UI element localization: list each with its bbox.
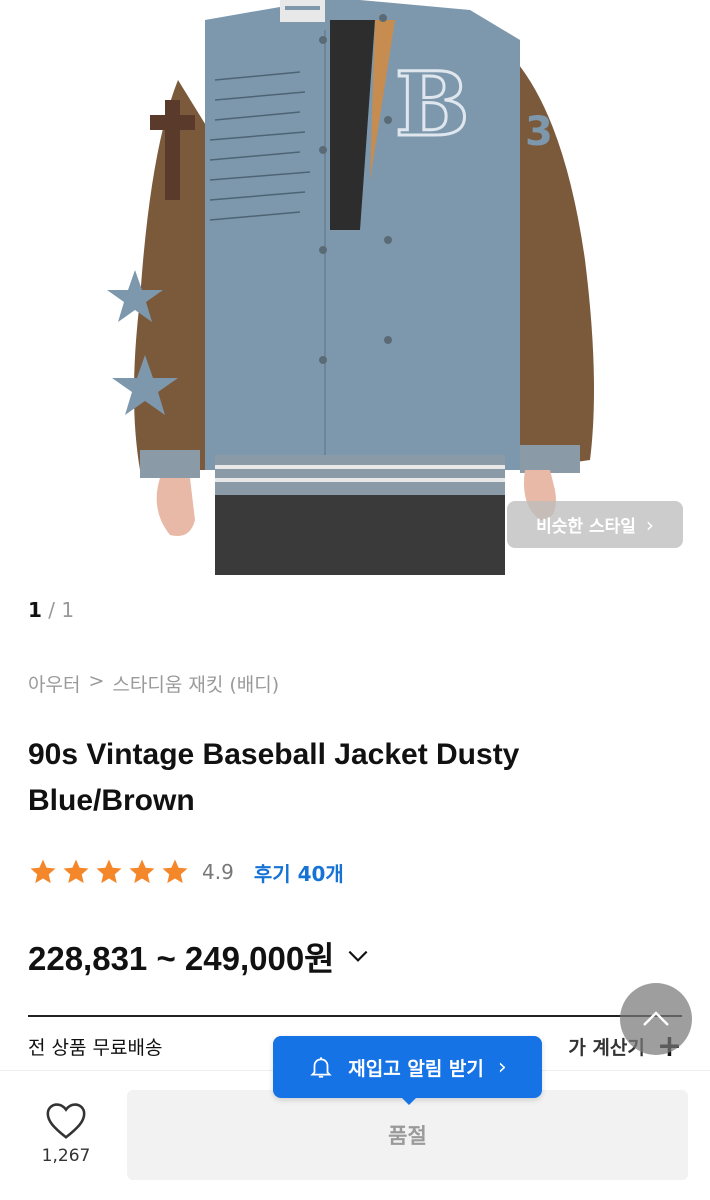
star-icon	[129, 859, 155, 884]
jacket-photo: B 3	[107, 0, 594, 575]
svg-text:B: B	[395, 52, 469, 156]
rating-stars	[28, 857, 190, 887]
product-image[interactable]: B 3 비슷한 스타일 ›	[0, 0, 710, 575]
bell-icon	[310, 1057, 333, 1078]
similar-style-button[interactable]: 비슷한 스타일 ›	[507, 501, 683, 548]
free-shipping-label: 전 상품 무료배송	[28, 1036, 163, 1059]
star-icon	[30, 859, 56, 884]
restock-alert-button[interactable]: 재입고 알림 받기 ›	[273, 1036, 542, 1098]
heart-icon	[46, 1103, 86, 1139]
star-icon	[63, 859, 89, 884]
price-range: 228,831 ~ 249,000원	[28, 940, 335, 977]
restock-tooltip-tail	[400, 1096, 418, 1105]
breadcrumb-subcategory[interactable]: 스타디움 재킷 (배디)	[112, 670, 279, 697]
chevron-down-icon[interactable]	[345, 943, 371, 969]
pager-total: 1	[61, 598, 75, 622]
price-row[interactable]: 228,831 ~ 249,000원	[28, 932, 371, 980]
breadcrumb-separator: >	[88, 670, 105, 692]
like-count: 1,267	[41, 1146, 91, 1166]
star-icon	[96, 859, 122, 884]
breadcrumb: 아우터 > 스타디움 재킷 (배디)	[28, 670, 279, 697]
product-title: 90s Vintage Baseball Jacket Dusty Blue/B…	[28, 738, 520, 817]
reviews-link[interactable]: 후기 40개	[254, 858, 344, 887]
rating-value: 4.9	[202, 860, 234, 884]
scroll-top-button[interactable]	[620, 983, 692, 1055]
like-button[interactable]: 1,267	[28, 1100, 104, 1166]
chevron-up-icon	[643, 1011, 669, 1026]
similar-style-label: 비슷한 스타일	[536, 517, 636, 537]
pager-separator: /	[48, 598, 56, 622]
divider	[28, 1015, 682, 1017]
restock-label: 재입고 알림 받기	[348, 1057, 484, 1080]
svg-text:3: 3	[525, 109, 553, 155]
chevron-right-icon: ›	[645, 512, 654, 537]
breadcrumb-category[interactable]: 아우터	[28, 670, 80, 697]
image-pager: 1 / 1	[28, 598, 74, 622]
star-icon	[162, 859, 188, 884]
chevron-right-icon: ›	[497, 1054, 507, 1080]
pager-current: 1	[28, 598, 42, 622]
rating-row: 4.9 후기 40개	[28, 853, 344, 891]
